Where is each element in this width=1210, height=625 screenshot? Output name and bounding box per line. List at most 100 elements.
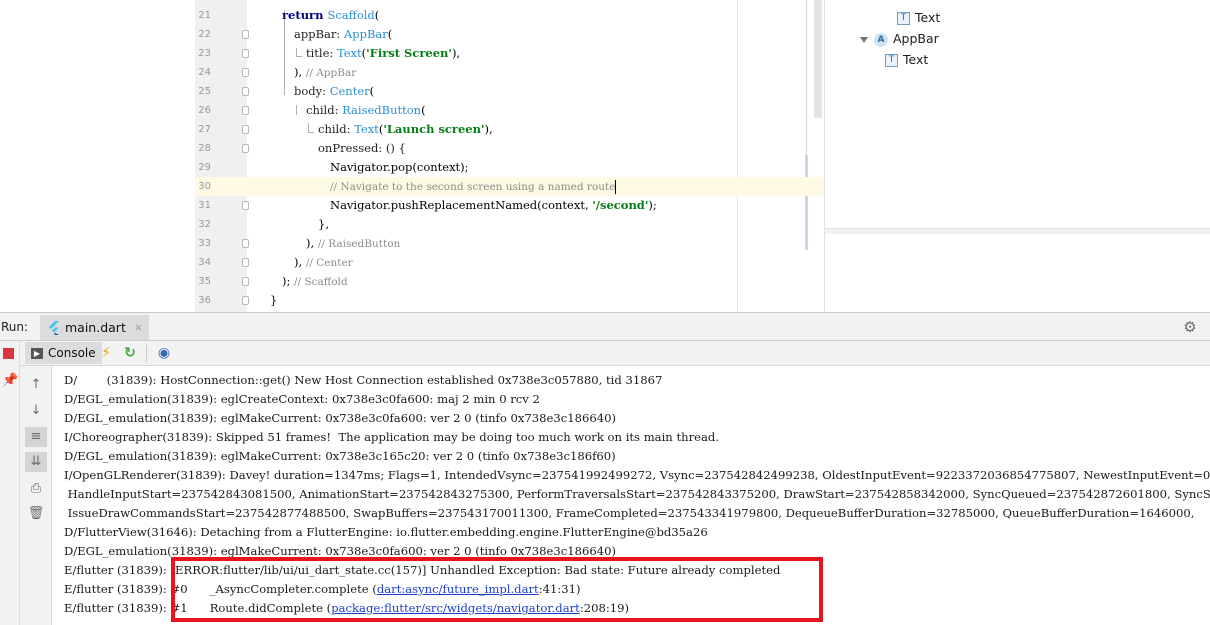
code-text: child: Text('Launch screen'), bbox=[318, 120, 493, 139]
panel-divider[interactable] bbox=[825, 228, 1210, 234]
hot-restart-icon[interactable]: ↻ bbox=[122, 344, 138, 362]
line-number: 35 bbox=[198, 276, 211, 287]
devtools-icon[interactable]: ◉ bbox=[156, 344, 172, 362]
code-line[interactable]: 33), // RaisedButton bbox=[195, 234, 824, 253]
code-line[interactable]: 34), // Center bbox=[195, 253, 824, 272]
outline-item-label: AppBar bbox=[893, 31, 939, 46]
outline-item-appbar[interactable]: A AppBar bbox=[860, 29, 939, 49]
code-token: ( bbox=[387, 27, 393, 41]
code-token: AppBar bbox=[343, 27, 388, 41]
code-token: } bbox=[270, 293, 278, 307]
code-text: ), // Center bbox=[294, 253, 353, 273]
outline-item-text[interactable]: T Text bbox=[885, 50, 928, 70]
run-left-strip: 📌 bbox=[0, 341, 20, 625]
fold-marker-icon[interactable] bbox=[242, 87, 249, 96]
console-output[interactable]: D/ (31839): HostConnection::get() New Ho… bbox=[53, 366, 1210, 625]
fold-marker-icon[interactable] bbox=[242, 277, 249, 286]
log-line: E/flutter (31839): #1 Route.didComplete … bbox=[64, 599, 629, 618]
code-line[interactable]: 30 // Navigate to the second screen using… bbox=[195, 177, 824, 196]
log-text: IssueDrawCommandsStart=237542877488500, … bbox=[64, 506, 1195, 520]
code-line[interactable]: 24), // AppBar bbox=[195, 63, 824, 82]
code-line[interactable]: 22 appBar: AppBar( bbox=[195, 25, 824, 44]
gear-icon[interactable]: ⚙ bbox=[1182, 319, 1198, 335]
code-line[interactable]: 23 title: Text('First Screen'), bbox=[195, 44, 824, 63]
fold-marker-icon[interactable] bbox=[242, 258, 249, 267]
code-token: ), bbox=[306, 236, 318, 250]
code-line[interactable]: 36} bbox=[195, 291, 824, 310]
code-line[interactable]: 29 Navigator.pop(context); bbox=[195, 158, 824, 177]
expand-triangle-icon[interactable] bbox=[860, 36, 868, 43]
code-line[interactable]: 35); // Scaffold bbox=[195, 272, 824, 291]
fold-marker-icon[interactable] bbox=[242, 144, 249, 153]
run-label: Run: bbox=[1, 320, 29, 334]
code-token: Navigator.pop(context); bbox=[330, 160, 469, 174]
arrow-up-icon[interactable]: ↑ bbox=[25, 375, 47, 395]
log-text: :208:19) bbox=[579, 601, 630, 615]
code-token: // AppBar bbox=[305, 67, 357, 79]
code-token: Center bbox=[329, 84, 370, 98]
pin-icon[interactable]: 📌 bbox=[2, 373, 18, 388]
code-token: Scaffold bbox=[327, 8, 375, 22]
code-line[interactable]: 25 body: Center( bbox=[195, 82, 824, 101]
code-token: return bbox=[282, 8, 328, 22]
line-number: 32 bbox=[198, 219, 211, 230]
log-text: D/ (31839): HostConnection::get() New Ho… bbox=[64, 373, 663, 387]
code-line[interactable]: 26 child: RaisedButton( bbox=[195, 101, 824, 120]
code-text: appBar: AppBar( bbox=[294, 25, 392, 44]
stop-icon[interactable] bbox=[3, 348, 14, 359]
code-line[interactable]: 28 onPressed: () { bbox=[195, 139, 824, 158]
code-text: return Scaffold( bbox=[282, 6, 379, 25]
scroll-to-end-icon[interactable]: ⇊ bbox=[25, 452, 47, 472]
code-token: ); bbox=[282, 274, 295, 288]
run-tab-main-dart[interactable]: main.dart × bbox=[40, 315, 150, 340]
print-icon[interactable]: ⎙ bbox=[25, 479, 47, 499]
code-line[interactable]: 32}, bbox=[195, 215, 824, 234]
code-token: // Navigate to the second screen using a… bbox=[330, 181, 616, 193]
code-text: } bbox=[270, 291, 277, 310]
outline-item-text[interactable]: T Text bbox=[897, 8, 940, 28]
log-line: I/Choreographer(31839): Skipped 51 frame… bbox=[64, 428, 719, 447]
code-token: // Center bbox=[305, 257, 353, 269]
log-text: D/EGL_emulation(31839): eglCreateContext… bbox=[64, 392, 540, 406]
fold-marker-icon[interactable] bbox=[242, 239, 249, 248]
code-text: Navigator.pushReplacementNamed(context, … bbox=[330, 196, 657, 215]
fold-marker-icon[interactable] bbox=[242, 125, 249, 134]
log-line: E/flutter (31839): [ERROR:flutter/lib/ui… bbox=[64, 561, 780, 580]
fold-marker-icon[interactable] bbox=[242, 106, 249, 115]
code-token: title: bbox=[306, 46, 337, 60]
code-token: Navigator.pushReplacementNamed(context, bbox=[330, 198, 593, 212]
fold-marker-icon[interactable] bbox=[242, 68, 249, 77]
code-line[interactable]: 27 child: Text('Launch screen'), bbox=[195, 120, 824, 139]
line-number: 29 bbox=[198, 162, 211, 173]
line-number: 30 bbox=[198, 181, 211, 192]
line-number: 22 bbox=[198, 29, 211, 40]
outline-item-label: Text bbox=[915, 10, 941, 25]
code-text: }, bbox=[318, 215, 329, 234]
tab-console[interactable]: ▶ Console bbox=[25, 342, 102, 364]
arrow-down-icon[interactable]: ↓ bbox=[25, 401, 47, 421]
hot-reload-icon[interactable]: ⚡ bbox=[98, 344, 114, 362]
source-link[interactable]: dart:async/future_impl.dart bbox=[377, 582, 539, 596]
code-text: // Navigate to the second screen using a… bbox=[330, 177, 617, 197]
text-caret bbox=[615, 180, 617, 194]
fold-marker-icon[interactable] bbox=[242, 201, 249, 210]
line-number: 24 bbox=[198, 67, 211, 78]
trash-icon[interactable]: 🗑 bbox=[25, 504, 47, 524]
fold-marker-icon[interactable] bbox=[242, 30, 249, 39]
fold-marker-icon[interactable] bbox=[242, 49, 249, 58]
run-tool-window-header: Run: main.dart × ⚙ bbox=[0, 312, 1210, 341]
code-editor[interactable]: 21 return Scaffold( 22 appBar: AppBar(23 tit… bbox=[0, 0, 824, 312]
code-line[interactable]: 21 return Scaffold( bbox=[195, 6, 824, 25]
log-text: D/EGL_emulation(31839): eglMakeCurrent: … bbox=[64, 544, 617, 558]
code-line[interactable]: 31 Navigator.pushReplacementNamed(context… bbox=[195, 196, 824, 215]
log-line: I/OpenGLRenderer(31839): Davey! duration… bbox=[64, 466, 1210, 485]
soft-wrap-icon[interactable]: ≡ bbox=[25, 427, 47, 447]
log-line: HandleInputStart=237542843081500, Animat… bbox=[64, 485, 1210, 504]
code-token: onPressed: () { bbox=[318, 141, 406, 155]
console-icon: ▶ bbox=[31, 347, 43, 359]
source-link[interactable]: package:flutter/src/widgets/navigator.da… bbox=[331, 601, 580, 615]
close-icon[interactable]: × bbox=[134, 321, 143, 334]
code-token: body: bbox=[294, 84, 330, 98]
fold-marker-icon[interactable] bbox=[242, 296, 249, 305]
log-text: D/EGL_emulation(31839): eglMakeCurrent: … bbox=[64, 449, 616, 463]
